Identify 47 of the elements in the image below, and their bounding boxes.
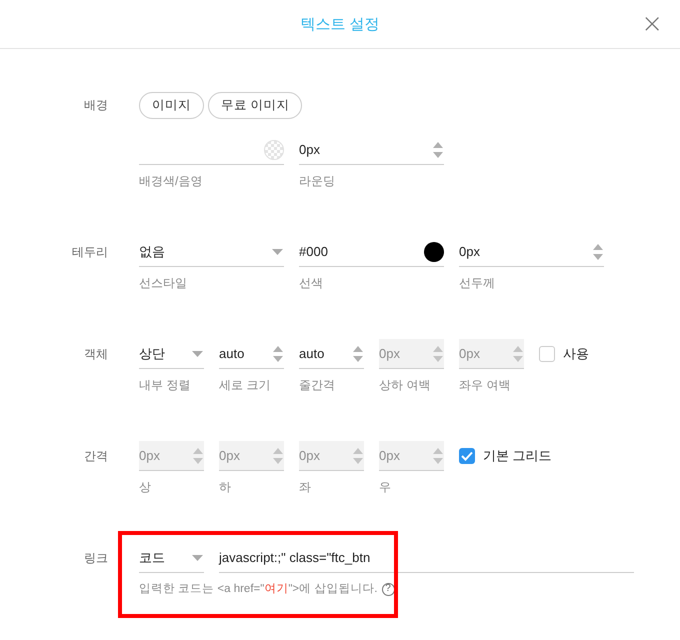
spinner-icon[interactable] bbox=[273, 346, 283, 362]
field-caption: 선두께 bbox=[459, 275, 496, 291]
caret-icon bbox=[192, 554, 203, 560]
hint-text: 입력한 코드는 <a href="여기">에 삽입됩니다. bbox=[139, 582, 378, 597]
field-caption: 내부 정렬 bbox=[139, 377, 192, 393]
number-field[interactable]: auto bbox=[299, 339, 364, 369]
field-caption: 상 bbox=[139, 479, 152, 495]
field-caption: 선색 bbox=[299, 275, 324, 291]
caret-icon bbox=[192, 350, 203, 356]
image-button[interactable]: 무료 이미지 bbox=[208, 92, 302, 119]
checkbox-label: 사용 bbox=[563, 345, 589, 363]
field-caption: 배경색/음영 bbox=[139, 173, 204, 189]
color-field[interactable]: #000 bbox=[299, 237, 444, 267]
checkbox[interactable] bbox=[459, 448, 475, 464]
field-caption: 세로 크기 bbox=[219, 377, 272, 393]
dropdown[interactable]: 없음 bbox=[139, 237, 284, 267]
input-field[interactable]: javascript:;" class="ftc_btn bbox=[219, 543, 634, 573]
section-label: 테두리 bbox=[71, 244, 108, 261]
spinner-icon[interactable] bbox=[593, 244, 603, 260]
field-caption: 상하 여백 bbox=[379, 377, 432, 393]
field-caption: 좌 bbox=[299, 479, 312, 495]
number-field[interactable]: 0px bbox=[459, 237, 604, 267]
caret-icon bbox=[272, 248, 283, 254]
section-label: 객체 bbox=[83, 346, 108, 363]
color-swatch[interactable] bbox=[264, 140, 284, 160]
image-button[interactable]: 이미지 bbox=[139, 92, 204, 119]
section-label: 간격 bbox=[83, 448, 108, 465]
number-field[interactable]: 0px bbox=[299, 135, 444, 165]
checkbox-label: 기본 그리드 bbox=[483, 447, 552, 465]
dropdown[interactable]: 상단 bbox=[139, 339, 204, 369]
field-caption: 우 bbox=[379, 479, 392, 495]
field-caption: 줄간격 bbox=[299, 377, 336, 393]
dropdown[interactable]: 코드 bbox=[139, 543, 204, 573]
section-label: 배경 bbox=[83, 97, 108, 114]
close-button[interactable]: × bbox=[641, 16, 663, 32]
number-field[interactable]: auto bbox=[219, 339, 284, 369]
field-caption: 하 bbox=[219, 479, 232, 495]
section-label: 링크 bbox=[83, 550, 108, 567]
spinner-icon[interactable] bbox=[433, 142, 443, 158]
spinner-icon[interactable] bbox=[353, 346, 363, 362]
field-caption: 라운딩 bbox=[299, 173, 336, 189]
checkbox[interactable] bbox=[539, 346, 555, 362]
color-swatch[interactable] bbox=[424, 242, 444, 262]
field-caption: 좌우 여백 bbox=[459, 377, 512, 393]
dialog-title: 텍스트 설정 bbox=[300, 14, 380, 34]
field-caption: 선스타일 bbox=[139, 275, 188, 291]
help-icon[interactable]: ? bbox=[382, 582, 395, 596]
